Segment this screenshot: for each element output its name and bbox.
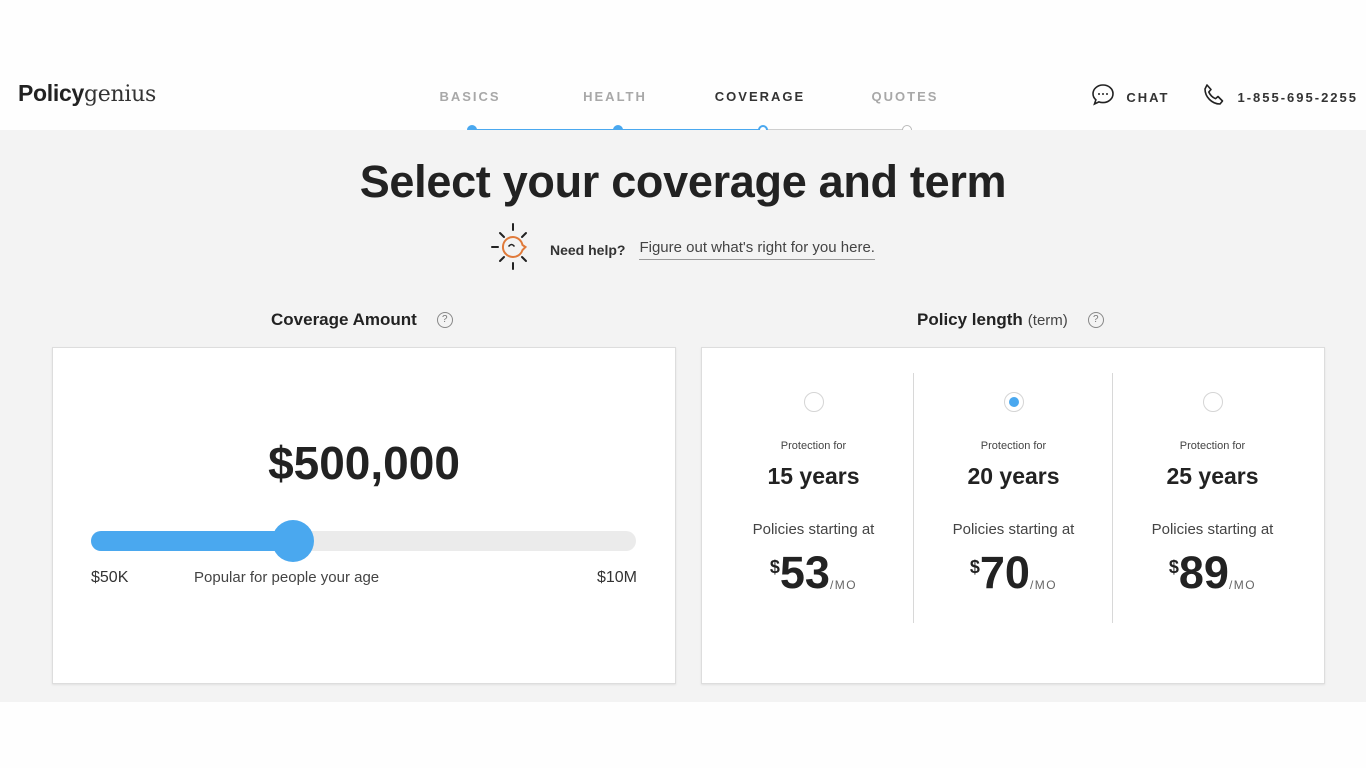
term-years: 15 years xyxy=(767,463,860,489)
help-row: Need help? Figure out what's right for y… xyxy=(490,222,875,277)
price-period: /MO xyxy=(1228,578,1257,592)
coverage-amount-value: $500,000 xyxy=(268,437,460,489)
policy-length-sublabel: (term) xyxy=(1027,311,1068,329)
chat-bubble-icon[interactable] xyxy=(1090,82,1116,113)
term-price: $ 89 /MO xyxy=(1113,547,1312,599)
price-currency: $ xyxy=(1168,557,1179,577)
coverage-help-icon[interactable]: ? xyxy=(436,312,453,328)
term-price: $ 70 /MO xyxy=(914,547,1113,599)
price-period: /MO xyxy=(829,578,858,592)
term-price: $ 53 /MO xyxy=(714,547,913,599)
term-radio-25[interactable] xyxy=(1202,392,1223,412)
sun-face-icon xyxy=(490,222,536,277)
need-help-label: Need help? xyxy=(550,241,626,258)
phone-icon[interactable] xyxy=(1201,82,1227,113)
step-health[interactable]: HEALTH xyxy=(583,89,647,104)
term-option-25[interactable]: Protection for 25 years Policies startin… xyxy=(1112,373,1312,623)
policy-length-heading: Policy length (term) ? xyxy=(917,310,1104,330)
step-basics[interactable]: BASICS xyxy=(439,89,500,104)
policygenius-logo[interactable]: Policygenius xyxy=(18,80,156,107)
policy-help-icon[interactable]: ? xyxy=(1087,312,1104,328)
main-content: Select your coverage and term Need help?… xyxy=(0,130,1366,702)
price-currency: $ xyxy=(769,557,780,577)
term-starting-label: Policies starting at xyxy=(752,521,875,538)
slider-min-label: $50K xyxy=(91,569,129,586)
phone-number-link[interactable]: 1-855-695-2255 xyxy=(1237,90,1358,105)
slider-fill xyxy=(91,531,293,551)
term-prefix: Protection for xyxy=(980,440,1047,452)
policy-length-label: Policy length xyxy=(917,310,1023,329)
term-option-15[interactable]: Protection for 15 years Policies startin… xyxy=(714,373,913,623)
logo-bold-text: Policy xyxy=(18,80,84,106)
contact-bar: CHAT 1-855-695-2255 xyxy=(1090,82,1358,113)
coverage-amount-label: Coverage Amount xyxy=(271,310,417,329)
radio-selected-dot xyxy=(1008,397,1019,407)
coverage-card: $500,000 $50K Popular for people your ag… xyxy=(52,347,676,684)
term-starting-label: Policies starting at xyxy=(1151,521,1274,538)
chat-link[interactable]: CHAT xyxy=(1126,90,1169,105)
slider-popular-hint: Popular for people your age xyxy=(194,569,380,586)
slider-max-label: $10M xyxy=(596,569,637,586)
help-link[interactable]: Figure out what's right for you here. xyxy=(639,239,875,260)
header: Policygenius BASICS HEALTH COVERAGE QUOT… xyxy=(0,0,1366,135)
price-currency: $ xyxy=(969,557,980,577)
coverage-amount-heading: Coverage Amount ? xyxy=(271,310,453,330)
price-amount: 89 xyxy=(1178,547,1229,598)
step-coverage: COVERAGE xyxy=(714,89,806,104)
coverage-slider[interactable] xyxy=(91,520,636,562)
slider-thumb[interactable] xyxy=(271,520,314,562)
term-years: 20 years xyxy=(967,463,1060,489)
term-years: 25 years xyxy=(1166,463,1259,489)
term-prefix: Protection for xyxy=(1179,440,1246,452)
term-prefix: Protection for xyxy=(780,440,847,452)
term-radio-20[interactable] xyxy=(1003,392,1024,412)
price-amount: 53 xyxy=(779,547,830,598)
logo-light-text: genius xyxy=(83,82,156,107)
policy-length-card: Protection for 15 years Policies startin… xyxy=(701,347,1325,684)
price-period: /MO xyxy=(1029,578,1058,592)
term-option-20[interactable]: Protection for 20 years Policies startin… xyxy=(913,373,1113,623)
step-quotes: QUOTES xyxy=(871,89,939,104)
term-radio-15[interactable] xyxy=(803,392,824,412)
page-title: Select your coverage and term xyxy=(359,156,1007,207)
term-starting-label: Policies starting at xyxy=(952,521,1075,538)
price-amount: 70 xyxy=(979,547,1030,598)
